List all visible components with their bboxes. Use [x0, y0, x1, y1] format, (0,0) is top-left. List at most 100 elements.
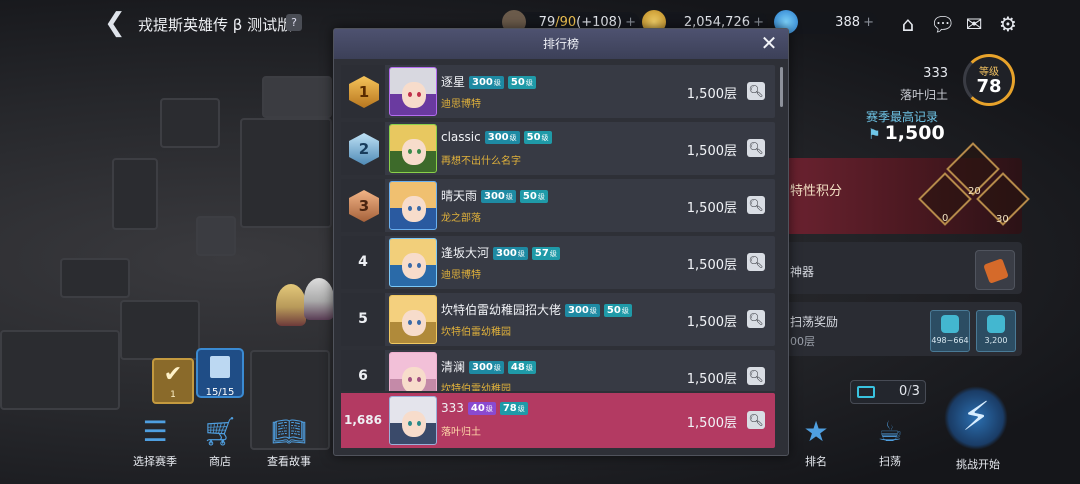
level-badge: 300级: [469, 361, 504, 374]
reward-item-amount: 3,200: [984, 336, 1008, 345]
floor-count: 1,500层: [686, 144, 737, 159]
sweep-label: 扫荡: [879, 455, 901, 468]
lightning-icon[interactable]: ⚡: [944, 386, 1008, 450]
leaderboard-row[interactable]: 5 坎特伯雷幼稚园招大佬 300级 50级 坎特伯雷幼稚园 1,500层 🔍︎: [341, 293, 775, 346]
leaderboard-title: 排行榜: [542, 37, 579, 51]
player-avatar[interactable]: [389, 238, 437, 287]
magnifier-icon[interactable]: 🔍︎: [747, 196, 765, 214]
floor-count: 1,500层: [686, 87, 737, 102]
sweep-button[interactable]: ☕ 扫荡: [868, 412, 912, 469]
ticket-max: 3: [911, 384, 920, 399]
reward-item[interactable]: 498~664: [930, 310, 970, 352]
player-avatar[interactable]: [389, 124, 437, 173]
my-player-name: 333 40级 78级: [441, 401, 528, 415]
my-avatar[interactable]: [389, 396, 437, 445]
level-ring: 等级 78: [963, 54, 1015, 106]
leaderboard-row[interactable]: 1 逐星 300级 50级 迪思博特 1,500层 🔍︎: [341, 65, 775, 118]
leaderboard-row[interactable]: 6 清澜 300级 48级 坎特伯雷幼稚园 1,500层 🔍︎: [341, 350, 775, 391]
book-icon: [210, 356, 230, 378]
checkin-slot[interactable]: ✔ 1: [152, 358, 194, 404]
rank-number: 6: [358, 368, 368, 384]
rank-level-badge: 50级: [523, 131, 552, 144]
flag-icon: ⚑: [868, 127, 881, 143]
rank-level-badge: 50级: [519, 190, 548, 203]
my-rank-row[interactable]: 1,686 333 40级 78级 落叶归土 1,500层 🔍︎: [341, 393, 775, 448]
rank-number: 4: [358, 254, 368, 270]
mail-icon[interactable]: ✉: [962, 12, 986, 36]
guild-name: 坎特伯雷幼稚园: [441, 384, 511, 391]
stone-block: [262, 76, 332, 118]
close-icon[interactable]: ✕: [758, 32, 780, 54]
season-best-number: 1,500: [884, 122, 945, 144]
reward-item[interactable]: 3,200: [976, 310, 1016, 352]
podium-icon: ★: [803, 415, 829, 448]
player-avatar[interactable]: [389, 295, 437, 344]
guild-name: 龙之部落: [441, 213, 481, 224]
player-avatar[interactable]: [389, 352, 437, 391]
rank-cell: 6: [341, 350, 385, 391]
artifact-icon[interactable]: [975, 250, 1015, 290]
select-season-label: 选择赛季: [133, 455, 177, 468]
stone-wall: [240, 118, 332, 228]
magnifier-icon[interactable]: 🔍︎: [747, 310, 765, 328]
rank-level-badge: 57级: [531, 247, 560, 260]
player-name: 逢坂大河 300级 57级: [441, 244, 560, 261]
check-icon: ✔: [163, 362, 183, 387]
floor-count: 1,500层: [686, 258, 737, 273]
player-name: 晴天雨 300级 50级: [441, 187, 548, 204]
open-book-icon: 📖︎: [271, 415, 307, 448]
ticket-icon: [857, 386, 875, 398]
player-name: classic 300级 50级: [441, 130, 552, 144]
rank-level-badge: 48级: [507, 361, 536, 374]
ranking-label: 排名: [805, 455, 827, 468]
book-count: 15/15: [205, 387, 235, 398]
leaderboard-modal: 排行榜 ✕ 1 逐星 300级 50级 迪思博特 1,500层 🔍︎ 2 cla…: [333, 28, 789, 456]
settings-gear-icon[interactable]: ⚙: [996, 12, 1020, 36]
magnifier-icon[interactable]: 🔍︎: [747, 253, 765, 271]
player-avatar[interactable]: [389, 67, 437, 116]
guild-name: 再想不出什么名字: [441, 156, 521, 167]
player-name: 坎特伯雷幼稚园招大佬 300级 50级: [441, 301, 632, 318]
rank-number: 5: [358, 311, 368, 327]
chat-icon[interactable]: 💬︎: [930, 12, 955, 36]
my-rank-number: 1,686: [344, 413, 382, 427]
gold-medal-icon: 1: [349, 76, 379, 108]
leaderboard-row[interactable]: 2 classic 300级 50级 再想不出什么名字 1,500层 🔍︎: [341, 122, 775, 175]
guild-icon[interactable]: ⌂: [896, 12, 920, 36]
leaderboard-list[interactable]: 1 逐星 300级 50级 迪思博特 1,500层 🔍︎ 2 classic 3…: [341, 65, 777, 391]
start-challenge-label: 挑战开始: [956, 458, 1000, 471]
shop-label: 商店: [209, 455, 231, 468]
player-name: 333: [923, 66, 948, 81]
select-season-button[interactable]: ☰ 选择赛季: [128, 412, 182, 469]
emblem-value: 0: [942, 213, 949, 224]
leaderboard-row[interactable]: 3 晴天雨 300级 50级 龙之部落 1,500层 🔍︎: [341, 179, 775, 232]
my-guild-name: 落叶归土: [441, 427, 481, 438]
story-book-slot[interactable]: 15/15: [196, 348, 244, 398]
rank-cell: 3: [341, 179, 385, 232]
magnifier-icon[interactable]: 🔍︎: [747, 82, 765, 100]
rank-level-badge: 78级: [499, 402, 528, 415]
stone-block: [196, 216, 236, 256]
stone-block: [0, 330, 120, 410]
back-chevron-icon[interactable]: ❮: [104, 10, 130, 36]
ranking-button[interactable]: ★ 排名: [794, 412, 838, 469]
magnifier-icon[interactable]: 🔍︎: [747, 411, 765, 429]
checkin-count: 1: [170, 390, 176, 400]
level-badge: 300级: [484, 131, 520, 144]
list-scrollbar[interactable]: [780, 67, 783, 107]
player-avatar[interactable]: [389, 181, 437, 230]
leaderboard-row[interactable]: 4 逢坂大河 300级 57级 迪思博特 1,500层 🔍︎: [341, 236, 775, 289]
gem-reward-icon: [941, 315, 959, 333]
artifact-label: 神器: [790, 265, 815, 279]
add-gem-button[interactable]: +: [863, 12, 874, 34]
leaderboard-header: 排行榜 ✕: [334, 29, 788, 59]
sweep-reward-label: 扫荡奖励: [790, 315, 839, 329]
stone-block: [160, 98, 220, 148]
rank-cell: 1: [341, 65, 385, 118]
view-story-button[interactable]: 📖︎ 查看故事: [264, 412, 314, 469]
magnifier-icon[interactable]: 🔍︎: [747, 139, 765, 157]
magnifier-icon[interactable]: 🔍︎: [747, 367, 765, 385]
shop-button[interactable]: 🛒︎ 商店: [198, 412, 242, 469]
player-name: 清澜 300级 48级: [441, 358, 536, 375]
help-button[interactable]: ?: [286, 14, 302, 31]
